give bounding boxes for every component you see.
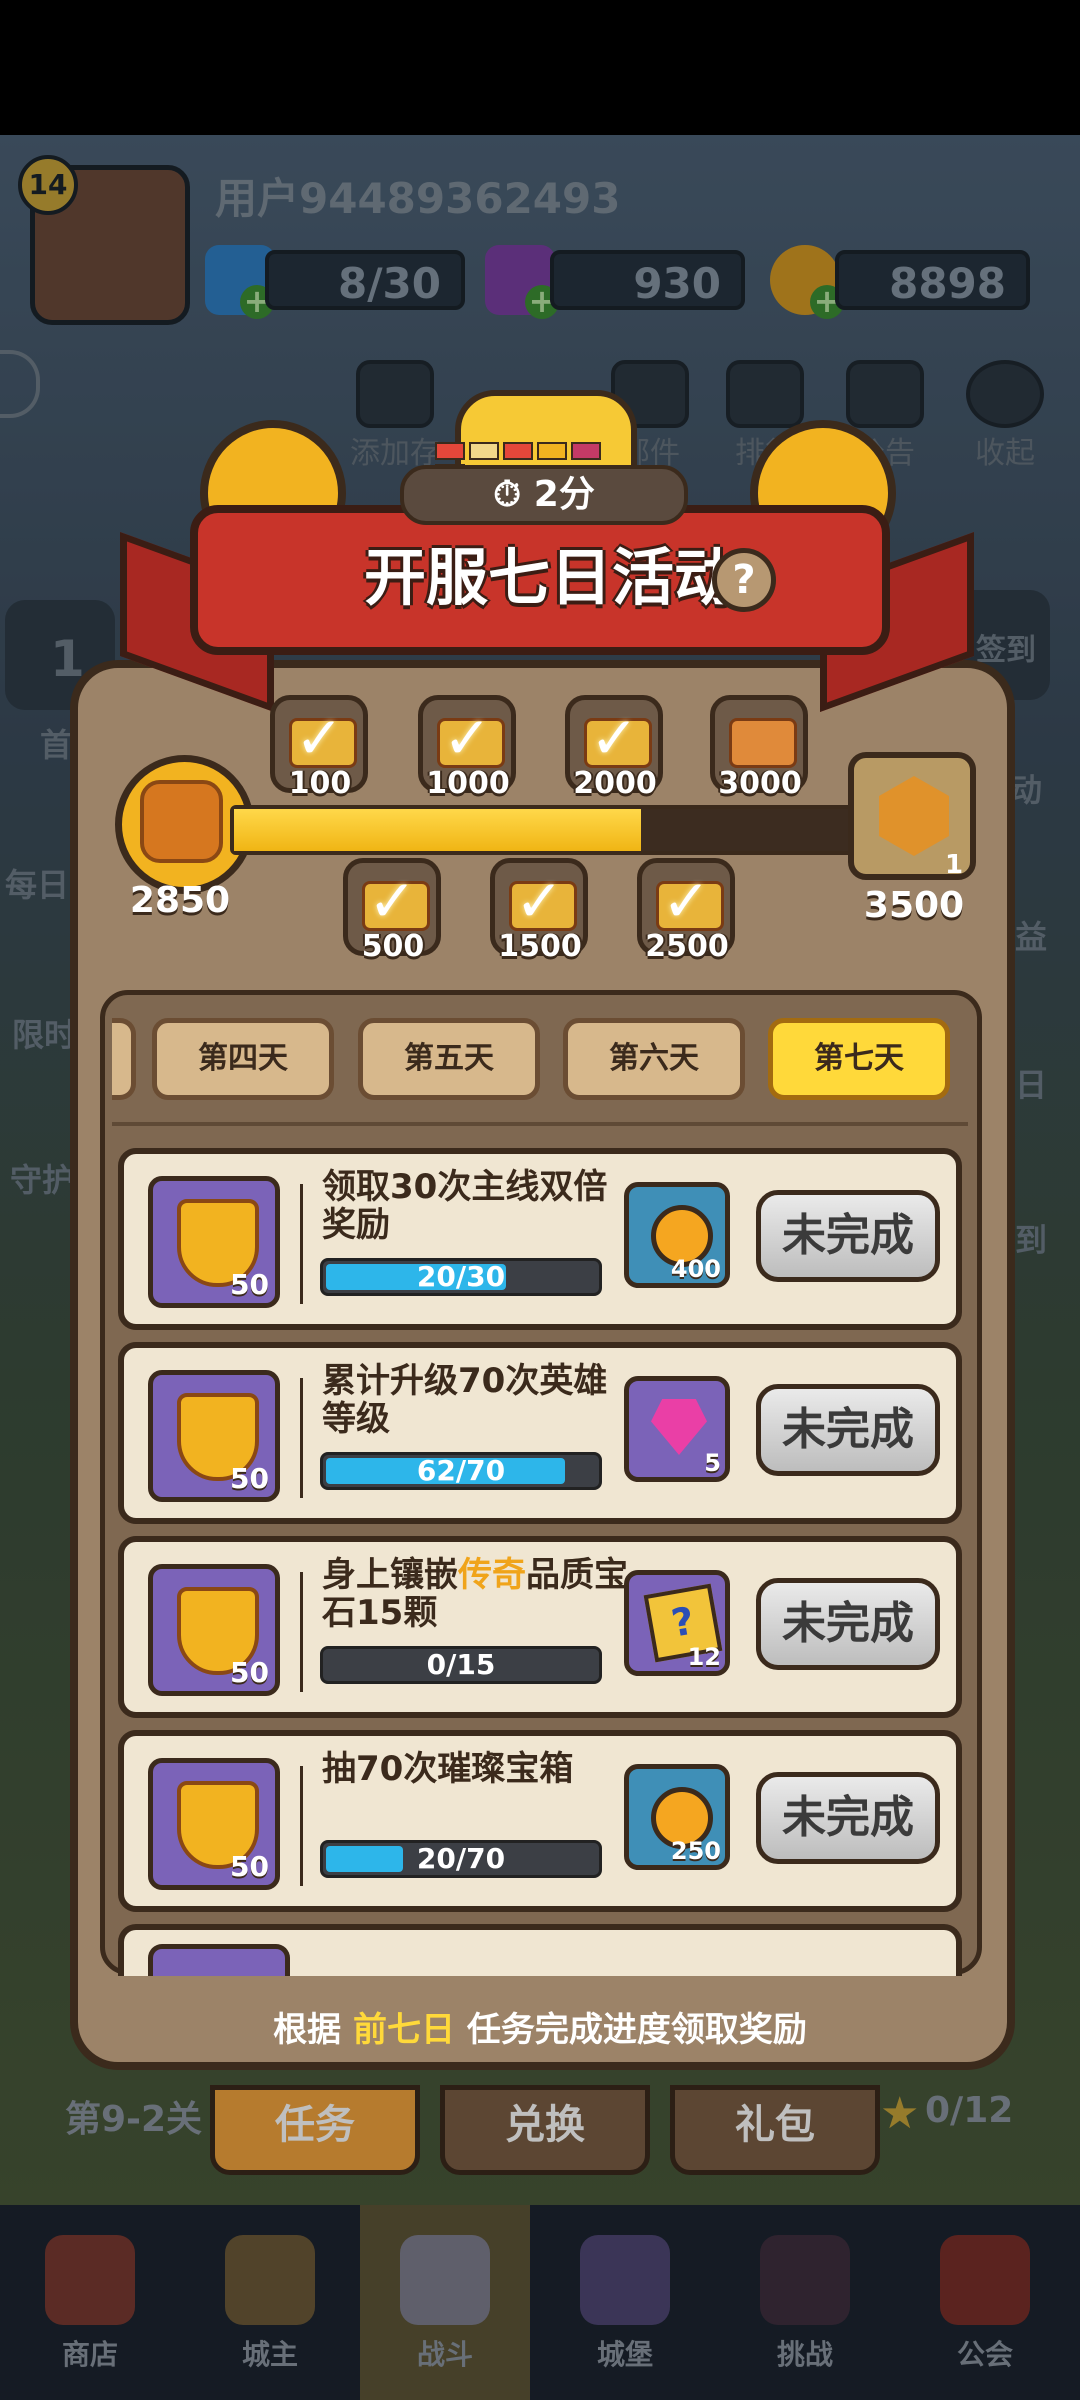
points-reward: 50: [148, 1758, 280, 1890]
task-row: 50 身上镶嵌传奇品质宝石15颗 0/15 ? 12 未完成: [118, 1536, 962, 1718]
divider: [300, 1766, 303, 1886]
check-icon: ✓: [662, 867, 711, 935]
task-description: 累计升级70次英雄等级: [322, 1361, 608, 1439]
milestone-chest[interactable]: ✓ 1500: [490, 858, 588, 964]
current-points: 2850: [129, 880, 231, 921]
medal-star-icon: [140, 780, 223, 863]
incomplete-button[interactable]: 未完成: [756, 1578, 940, 1670]
item-reward[interactable]: 250: [624, 1764, 730, 1870]
divider: [300, 1184, 303, 1304]
item-reward[interactable]: ? 12: [624, 1570, 730, 1676]
progress-fill: [234, 809, 641, 851]
help-button[interactable]: ?: [712, 548, 776, 612]
task-row: 50 抽70次璀璨宝箱 20/70 250 未完成: [118, 1730, 962, 1912]
task-description: 身上镶嵌传奇品质宝石15颗: [322, 1555, 628, 1633]
day-tab-partial[interactable]: [112, 1018, 136, 1100]
final-points: 3500: [863, 885, 965, 926]
check-icon: ✓: [443, 704, 492, 772]
pink-gem-icon: [651, 1399, 707, 1455]
milestone-chest[interactable]: ✓ 100: [270, 695, 368, 801]
footer-note: 根据 前七日 任务完成进度领取奖励: [273, 2010, 807, 2050]
milestone-chest[interactable]: 3000: [710, 695, 808, 801]
milestone-chest[interactable]: ✓ 500: [343, 858, 441, 964]
divider: [300, 1572, 303, 1692]
day-tab-4[interactable]: 第四天: [152, 1018, 334, 1100]
event-title: 开服七日活动: [363, 541, 736, 614]
points-reward: 50: [148, 1564, 280, 1696]
check-icon: ✓: [368, 867, 417, 935]
check-icon: ✓: [295, 704, 344, 772]
milestone-chest[interactable]: ✓ 1000: [418, 695, 516, 801]
task-description: 领取30次主线双倍奖励: [322, 1167, 608, 1245]
item-reward[interactable]: 400: [624, 1182, 730, 1288]
incomplete-button[interactable]: 未完成: [756, 1384, 940, 1476]
task-row: 50 领取30次主线双倍奖励 20/30 400 未完成: [118, 1148, 962, 1330]
check-icon: ✓: [590, 704, 639, 772]
lights-decoration: [435, 442, 635, 482]
tab-divider: [112, 1122, 968, 1126]
points-reward: 50: [148, 1176, 280, 1308]
status-bar: [0, 0, 1080, 135]
task-progress-bar: 20/30: [320, 1258, 602, 1296]
incomplete-button[interactable]: 未完成: [756, 1772, 940, 1864]
milestone-chest[interactable]: ✓ 2500: [637, 858, 735, 964]
milestone-chest[interactable]: ✓ 2000: [565, 695, 663, 801]
clock-icon: ⏱: [493, 474, 522, 515]
orange-gem-icon: [879, 776, 949, 856]
chest-icon: [729, 718, 797, 768]
task-progress-bar: 0/15: [320, 1646, 602, 1684]
day-tab-6[interactable]: 第六天: [563, 1018, 745, 1100]
check-icon: ✓: [515, 867, 564, 935]
divider: [300, 1378, 303, 1498]
day-tab-5[interactable]: 第五天: [358, 1018, 540, 1100]
incomplete-button[interactable]: 未完成: [756, 1190, 940, 1282]
final-reward-count: 1: [945, 850, 964, 880]
task-progress-bar: 62/70: [320, 1452, 602, 1490]
countdown-timer: ⏱ 2分: [400, 465, 688, 525]
points-reward: 50: [148, 1370, 280, 1502]
task-row: 50 累计升级70次英雄等级 62/70 5 未完成: [118, 1342, 962, 1524]
task-progress-bar: 20/70: [320, 1840, 602, 1878]
timer-text: 2分: [533, 474, 595, 515]
item-reward[interactable]: 5: [624, 1376, 730, 1482]
task-description: 抽70次璀璨宝箱: [322, 1749, 574, 1789]
day-tab-7[interactable]: 第七天: [768, 1018, 950, 1100]
task-row-partial: [118, 1924, 962, 1976]
